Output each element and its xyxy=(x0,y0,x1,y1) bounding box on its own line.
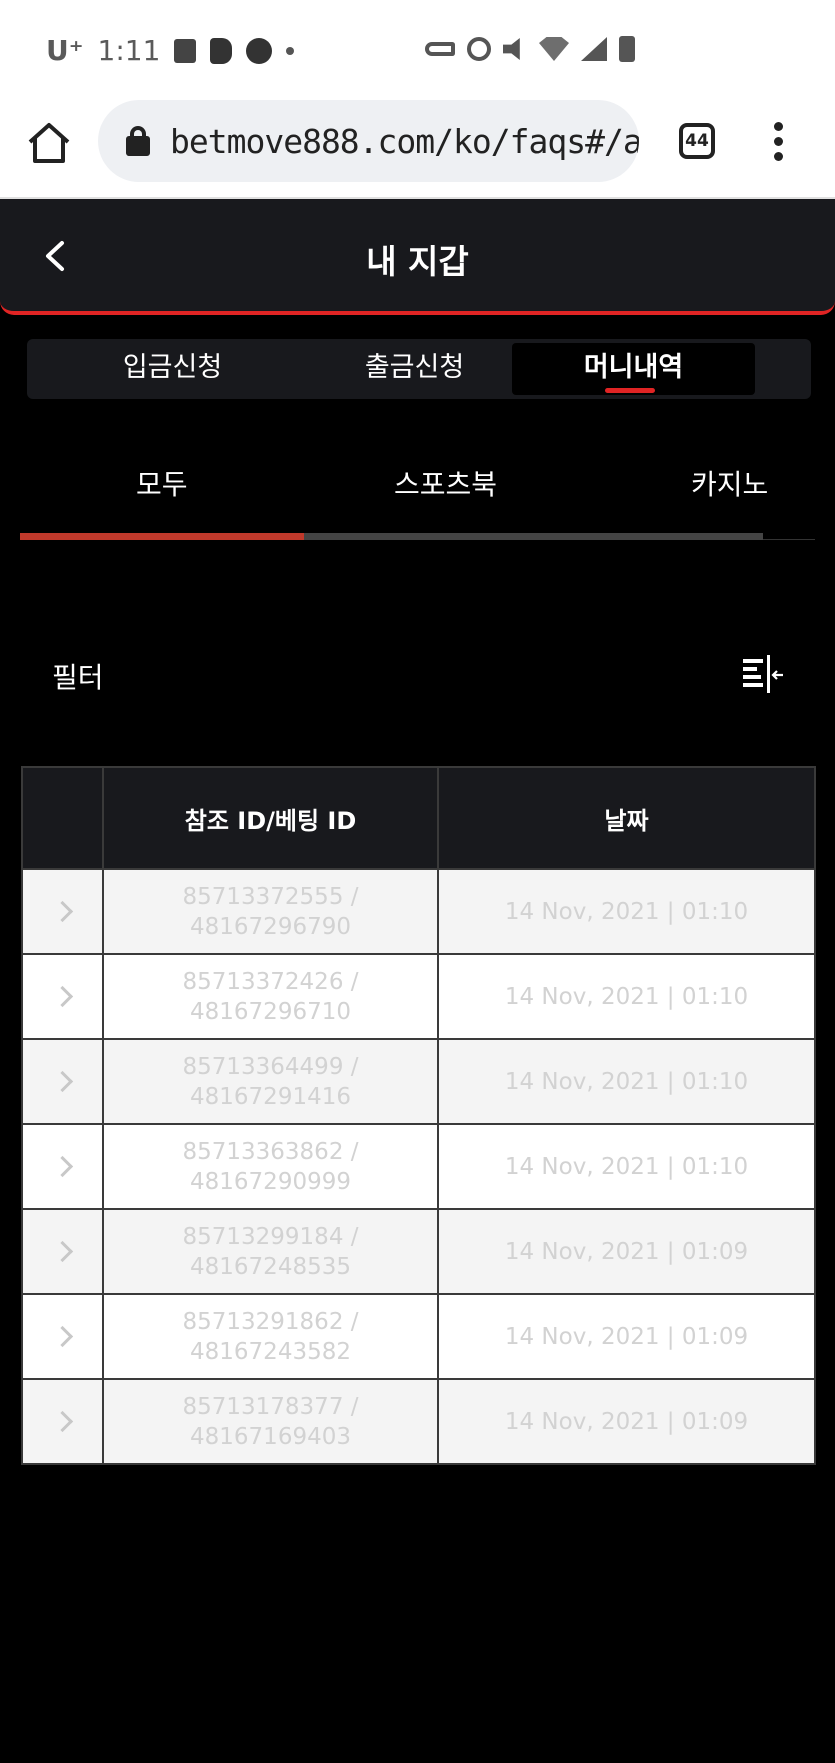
mute-icon xyxy=(503,38,520,60)
expand-cell[interactable] xyxy=(23,1040,104,1123)
tab-withdraw-request[interactable]: 출금신청 xyxy=(293,343,536,395)
ref-id-cell: 85713291862 / 48167243582 xyxy=(104,1295,439,1378)
expand-cell[interactable] xyxy=(23,1210,104,1293)
ref-id: 85713372555 / xyxy=(182,883,359,910)
ref-id-cell: 85713299184 / 48167248535 xyxy=(104,1210,439,1293)
lock-icon[interactable] xyxy=(126,126,150,156)
column-header-ref-id: 참조 ID/베팅 ID xyxy=(104,768,439,868)
ref-id: 85713299184 / xyxy=(182,1223,359,1250)
filter-label: 필터 xyxy=(52,661,104,694)
category-divider xyxy=(763,539,815,540)
bet-id: 48167169403 xyxy=(190,1423,351,1450)
ref-id: 85713363862 / xyxy=(182,1138,359,1165)
ref-id: 85713372426 / xyxy=(182,968,359,995)
bet-id: 48167296790 xyxy=(190,913,351,940)
alarm-icon xyxy=(467,37,491,61)
column-header-expand xyxy=(23,768,104,868)
expand-cell[interactable] xyxy=(23,870,104,953)
ref-id-cell: 85713363862 / 48167290999 xyxy=(104,1125,439,1208)
signal-icon xyxy=(581,37,607,61)
table-row[interactable]: 85713299184 / 48167248535 14 Nov, 2021 | … xyxy=(23,1208,814,1293)
ref-id: 85713178377 / xyxy=(182,1393,359,1420)
status-bar: U⁺ 1:11 xyxy=(0,0,835,100)
more-menu-icon[interactable] xyxy=(772,122,784,162)
ref-id-cell: 85713178377 / 48167169403 xyxy=(104,1380,439,1463)
page-title: 내 지갑 xyxy=(366,242,469,281)
bet-id: 48167243582 xyxy=(190,1338,351,1365)
date-cell: 14 Nov, 2021 | 01:10 xyxy=(504,1153,749,1180)
table-row[interactable]: 85713291862 / 48167243582 14 Nov, 2021 | … xyxy=(23,1293,814,1378)
bet-id: 48167291416 xyxy=(190,1083,351,1110)
notification-b-icon xyxy=(210,37,233,64)
table-row[interactable]: 85713364499 / 48167291416 14 Nov, 2021 | … xyxy=(23,1038,814,1123)
carrier-label: U⁺ xyxy=(46,34,84,67)
column-header-date: 날짜 xyxy=(604,806,649,835)
status-left: U⁺ 1:11 xyxy=(46,34,295,67)
table-row[interactable]: 85713372426 / 48167296710 14 Nov, 2021 | … xyxy=(23,953,814,1038)
chevron-right-icon[interactable] xyxy=(51,1325,74,1348)
notification-n-icon xyxy=(246,37,273,64)
money-history-table: 참조 ID/베팅 ID 날짜 85713372555 / 48167296790 … xyxy=(21,766,816,1465)
date-cell: 14 Nov, 2021 | 01:09 xyxy=(504,1408,749,1435)
tab-switcher-button[interactable]: 44 xyxy=(679,123,715,159)
tab-deposit-request[interactable]: 입금신청 xyxy=(51,343,294,395)
ref-id-cell: 85713372555 / 48167296790 xyxy=(104,870,439,953)
ref-id-cell: 85713372426 / 48167296710 xyxy=(104,955,439,1038)
expand-cell[interactable] xyxy=(23,1125,104,1208)
tab-money-history[interactable]: 머니내역 xyxy=(512,343,755,395)
chevron-right-icon[interactable] xyxy=(51,1410,74,1433)
browser-toolbar: betmove888.com/ko/faqs#/a 44 xyxy=(0,100,835,199)
status-right xyxy=(425,36,635,62)
date-cell: 14 Nov, 2021 | 01:10 xyxy=(504,1068,749,1095)
chevron-right-icon[interactable] xyxy=(51,900,74,923)
chevron-right-icon[interactable] xyxy=(51,1155,74,1178)
table-header: 참조 ID/베팅 ID 날짜 xyxy=(23,768,814,868)
ref-id: 85713291862 / xyxy=(182,1308,359,1335)
tab-all[interactable]: 모두 xyxy=(136,463,188,503)
bet-id: 48167290999 xyxy=(190,1168,351,1195)
url-text[interactable]: betmove888.com/ko/faqs#/a xyxy=(170,122,639,161)
table-row[interactable]: 85713363862 / 48167290999 14 Nov, 2021 | … xyxy=(23,1123,814,1208)
date-cell: 14 Nov, 2021 | 01:09 xyxy=(504,1323,749,1350)
category-active-indicator xyxy=(20,533,304,540)
home-icon[interactable] xyxy=(26,120,72,166)
ref-id: 85713364499 / xyxy=(182,1053,359,1080)
expand-cell[interactable] xyxy=(23,955,104,1038)
expand-cell[interactable] xyxy=(23,1380,104,1463)
chevron-right-icon[interactable] xyxy=(51,985,74,1008)
wifi-icon xyxy=(539,37,569,61)
chevron-right-icon[interactable] xyxy=(51,1070,74,1093)
category-tabs: 모두 스포츠북 카지노 xyxy=(20,455,815,543)
battery-icon xyxy=(619,36,635,62)
vpn-key-icon xyxy=(425,42,455,56)
date-cell: 14 Nov, 2021 | 01:10 xyxy=(504,898,749,925)
app-header: 내 지갑 xyxy=(0,199,835,315)
wallet-tabs: 입금신청 출금신청 머니내역 xyxy=(27,339,811,399)
chevron-right-icon[interactable] xyxy=(51,1240,74,1263)
clock: 1:11 xyxy=(97,34,161,67)
date-cell: 14 Nov, 2021 | 01:10 xyxy=(504,983,749,1010)
tab-sportsbook[interactable]: 스포츠북 xyxy=(394,463,497,503)
bet-id: 48167296710 xyxy=(190,998,351,1025)
tab-casino[interactable]: 카지노 xyxy=(691,463,768,503)
date-cell: 14 Nov, 2021 | 01:09 xyxy=(504,1238,749,1265)
table-row[interactable]: 85713372555 / 48167296790 14 Nov, 2021 | … xyxy=(23,868,814,953)
address-bar[interactable]: betmove888.com/ko/faqs#/a xyxy=(98,100,639,182)
table-row[interactable]: 85713178377 / 48167169403 14 Nov, 2021 | … xyxy=(23,1378,814,1463)
bet-id: 48167248535 xyxy=(190,1253,351,1280)
filter-toggle-icon[interactable] xyxy=(741,655,785,695)
notification-cup-icon xyxy=(174,38,197,63)
expand-cell[interactable] xyxy=(23,1295,104,1378)
more-notifications-dot-icon xyxy=(286,46,295,55)
ref-id-cell: 85713364499 / 48167291416 xyxy=(104,1040,439,1123)
